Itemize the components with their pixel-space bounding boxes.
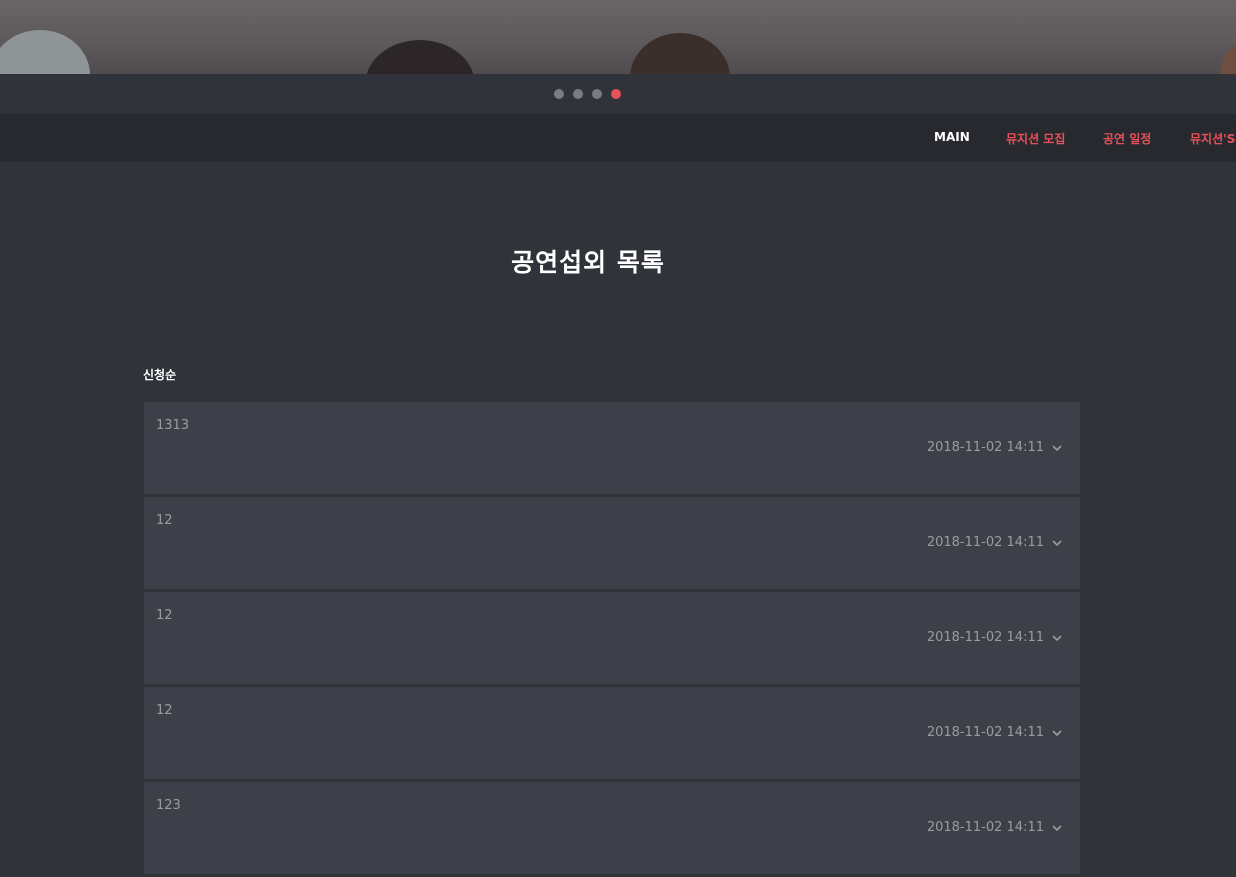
sort-label[interactable]: 신청순: [143, 366, 176, 383]
list-item[interactable]: 123 2018-11-02 14:11: [144, 782, 1080, 874]
list-item[interactable]: 1313 2018-11-02 14:11: [144, 402, 1080, 494]
list-item-title: 1313: [156, 418, 190, 433]
nav-item-musician-recruit[interactable]: 뮤지션 모집: [1006, 130, 1065, 147]
list-item-date: 2018-11-02 14:11: [926, 440, 1044, 455]
list-item[interactable]: 12 2018-11-02 14:11: [144, 687, 1080, 779]
chevron-down-icon[interactable]: [1051, 442, 1063, 454]
carousel-dot-2[interactable]: [573, 89, 583, 99]
page-title: 공연섭외 목록: [511, 248, 665, 277]
hero-banner: [0, 0, 1236, 74]
chevron-down-icon[interactable]: [1051, 632, 1063, 644]
hero-image-shape: [1220, 45, 1236, 74]
list-item-title: 12: [156, 703, 173, 718]
carousel-dot-3[interactable]: [592, 89, 602, 99]
booking-list: 1313 2018-11-02 14:11 12 2018-11-02 14:1…: [144, 402, 1080, 877]
list-item-date: 2018-11-02 14:11: [926, 725, 1044, 740]
hero-image-shape: [630, 33, 730, 74]
list-item-date: 2018-11-02 14:11: [926, 535, 1044, 550]
carousel-dot-4[interactable]: [611, 89, 621, 99]
top-nav: MAIN 뮤지션 모집 공연 일정 뮤지션'S: [0, 114, 1236, 162]
list-item-date: 2018-11-02 14:11: [926, 630, 1044, 645]
carousel-dot-1[interactable]: [554, 89, 564, 99]
carousel-pagination: [0, 74, 1236, 114]
list-item[interactable]: 12 2018-11-02 14:11: [144, 497, 1080, 589]
hero-image-shape: [0, 30, 90, 74]
hero-image-shape: [365, 40, 475, 74]
list-item[interactable]: 12 2018-11-02 14:11: [144, 592, 1080, 684]
chevron-down-icon[interactable]: [1051, 537, 1063, 549]
chevron-down-icon[interactable]: [1051, 822, 1063, 834]
list-item-title: 123: [156, 798, 181, 813]
chevron-down-icon[interactable]: [1051, 727, 1063, 739]
list-item-date: 2018-11-02 14:11: [926, 820, 1044, 835]
list-item-title: 12: [156, 608, 173, 623]
nav-item-performance-schedule[interactable]: 공연 일정: [1103, 130, 1151, 147]
nav-item-main[interactable]: MAIN: [934, 130, 970, 144]
list-item-title: 12: [156, 513, 173, 528]
nav-item-musicians[interactable]: 뮤지션'S: [1190, 130, 1235, 147]
